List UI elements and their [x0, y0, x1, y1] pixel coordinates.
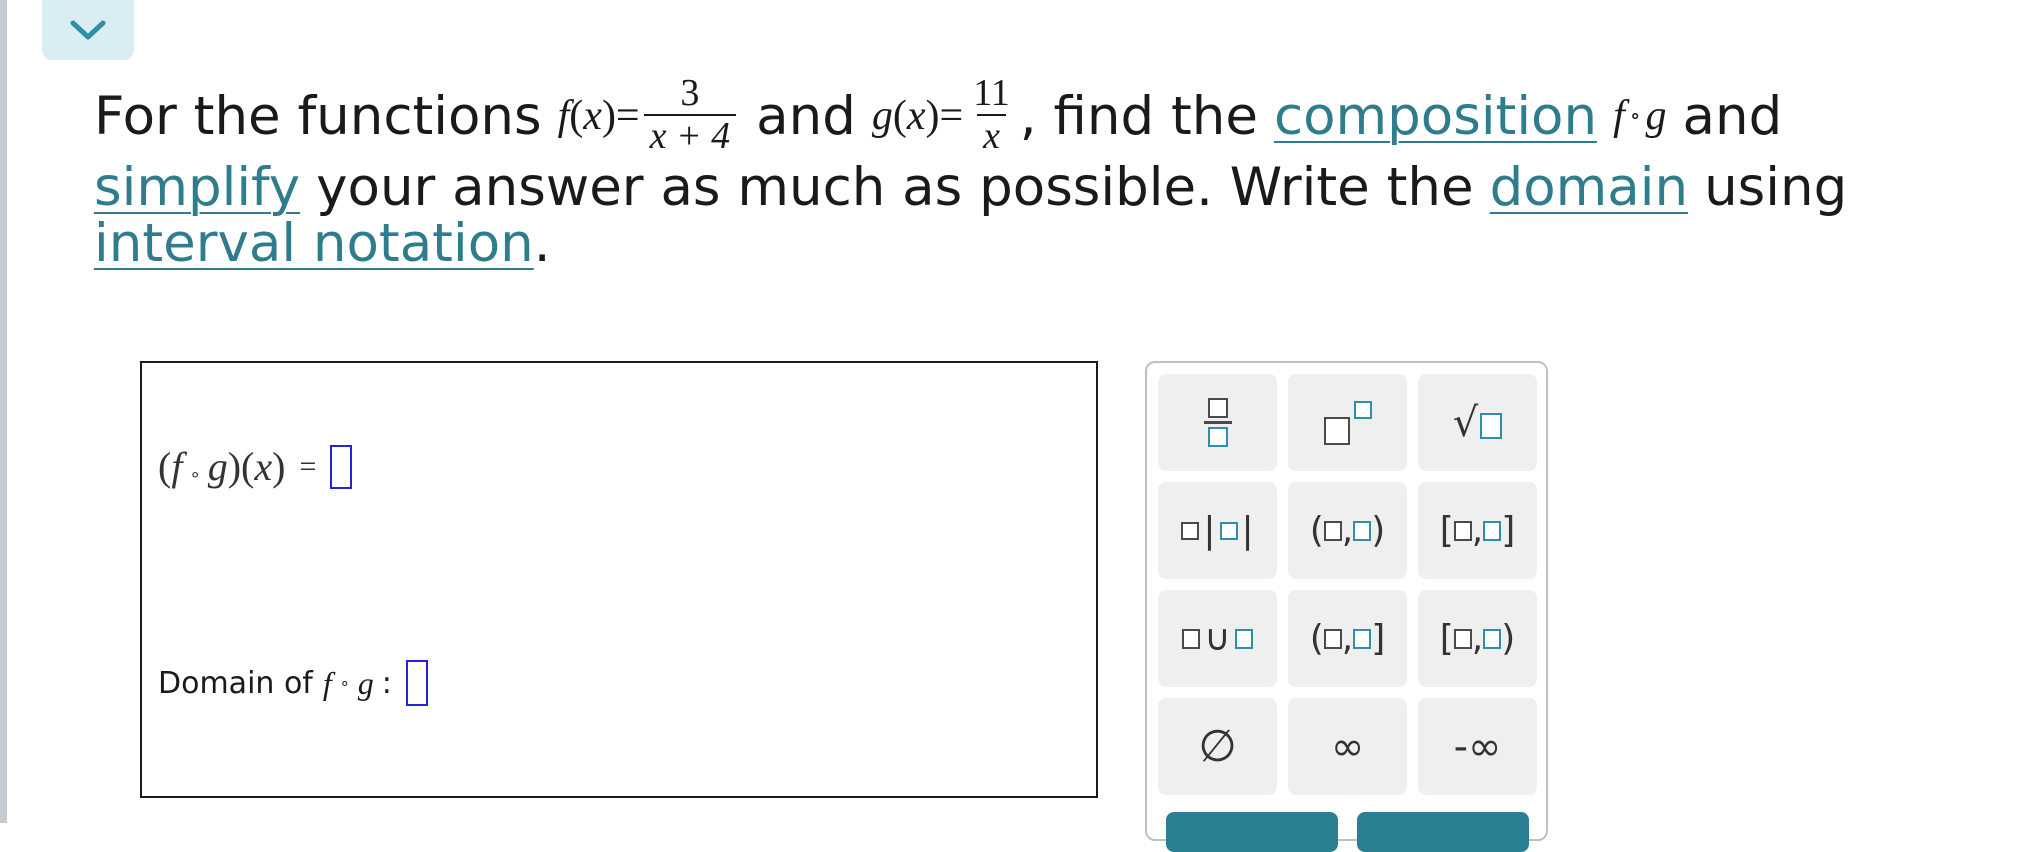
composition-row: (f ∘ g)(x) = [158, 443, 353, 490]
left-open-interval-button[interactable]: (,] [1288, 590, 1407, 687]
chevron-down-icon [70, 20, 106, 40]
and-text: and [756, 85, 856, 147]
empty-set-button[interactable]: ∅ [1158, 698, 1277, 795]
palette-action-button-2[interactable] [1357, 812, 1529, 852]
f-definition: f(x)= 3 x + 4 [558, 73, 741, 158]
g-fraction: 11 x [973, 72, 1010, 158]
domain-fog: f ∘ g [322, 664, 374, 701]
composition-answer-input[interactable] [330, 444, 353, 489]
exponent-button[interactable] [1288, 374, 1407, 471]
and-text-2: and [1682, 85, 1783, 147]
left-edge-bar [0, 0, 7, 823]
fraction-button[interactable] [1158, 374, 1277, 471]
closed-interval-button[interactable]: [,] [1418, 482, 1537, 579]
period-text: . [533, 212, 551, 274]
composition-label: (f ∘ g)(x) [158, 444, 286, 489]
domain-colon: : [381, 665, 392, 701]
g-definition: g(x)= 11 x [872, 72, 1020, 158]
question-intro: For the functions [94, 85, 542, 147]
fog-expression: f ∘ g [1613, 93, 1667, 139]
instruction-text: your answer as much as possible. Write t… [316, 156, 1474, 218]
infinity-button[interactable]: ∞ [1288, 698, 1407, 795]
domain-row: Domain of f ∘ g : [158, 660, 428, 706]
domain-label: Domain of [158, 665, 313, 701]
negative-infinity-button[interactable]: -∞ [1418, 698, 1537, 795]
sqrt-button[interactable]: √ [1418, 374, 1537, 471]
open-interval-button[interactable]: (,) [1288, 482, 1407, 579]
infinity-icon: ∞ [1330, 723, 1365, 770]
using-text: using [1704, 156, 1848, 218]
find-the-text: , find the [1019, 85, 1258, 147]
palette-action-button-1[interactable] [1166, 812, 1338, 852]
interval-notation-link[interactable]: interval notation [94, 217, 534, 270]
empty-set-icon: ∅ [1198, 721, 1237, 772]
answer-area: (f ∘ g)(x) = Domain of f ∘ g : [140, 361, 1098, 798]
negative-infinity-icon: -∞ [1453, 723, 1502, 770]
math-palette: √ | | (,) [,] ∪ (,] [,) ∅ ∞ -∞ [1145, 361, 1548, 852]
domain-link[interactable]: domain [1490, 161, 1689, 214]
composition-link[interactable]: composition [1274, 90, 1597, 143]
absolute-value-button[interactable]: | | [1158, 482, 1277, 579]
question-text: For the functions f(x)= 3 x + 4 and g(x)… [94, 68, 2014, 273]
f-fraction: 3 x + 4 [643, 73, 737, 158]
simplify-link[interactable]: simplify [94, 161, 300, 214]
collapse-button[interactable] [42, 0, 134, 60]
domain-answer-input[interactable] [405, 660, 428, 706]
union-button[interactable]: ∪ [1158, 590, 1277, 687]
right-open-interval-button[interactable]: [,) [1418, 590, 1537, 687]
